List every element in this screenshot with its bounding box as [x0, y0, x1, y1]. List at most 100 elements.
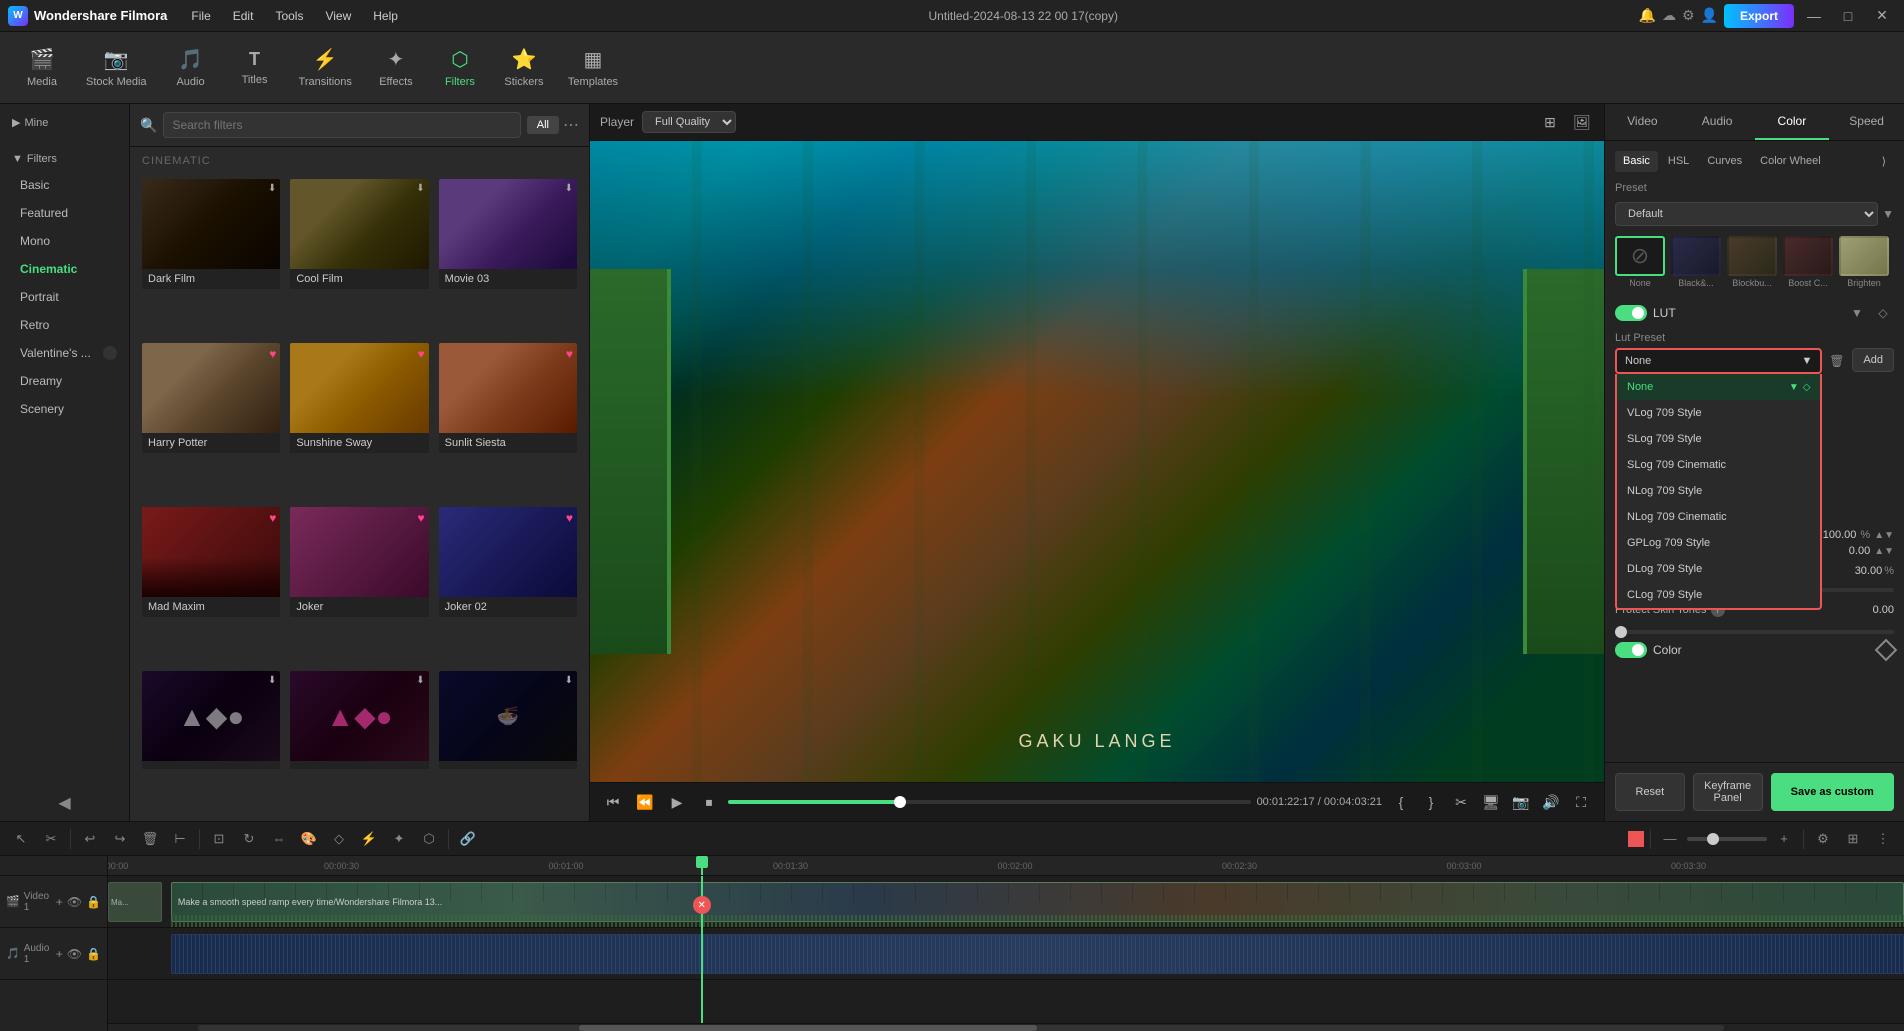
monitor-icon[interactable]: 🖥	[1478, 789, 1504, 815]
sidebar-item-scenery[interactable]: Scenery	[0, 395, 129, 423]
menu-tools[interactable]: Tools	[265, 5, 313, 27]
tl-grid-btn[interactable]: ⊞	[1840, 826, 1866, 852]
lut-option-slog709[interactable]: SLog 709 Style	[1617, 426, 1820, 452]
export-button[interactable]: Export	[1724, 4, 1794, 28]
tab-video[interactable]: Video	[1605, 104, 1680, 140]
subtab-basic[interactable]: Basic	[1615, 151, 1658, 172]
filter-options-icon[interactable]: ⋯	[563, 115, 579, 135]
filter-squid2[interactable]: ▲◆● ⬇	[288, 669, 430, 815]
sidebar-item-retro[interactable]: Retro	[0, 311, 129, 339]
minimize-button[interactable]: —	[1800, 2, 1828, 30]
in-point-icon[interactable]: {	[1388, 789, 1414, 815]
tl-mask-btn[interactable]: ⬡	[416, 826, 442, 852]
tl-redo-btn[interactable]: ↪	[107, 826, 133, 852]
filter-squid3[interactable]: 🍜 ⬇	[437, 669, 579, 815]
settings-icon[interactable]: ⚙	[1682, 7, 1695, 24]
lut-toggle[interactable]	[1615, 305, 1647, 321]
filter-tab-all[interactable]: All	[527, 116, 559, 134]
filter-squid1[interactable]: ▲◆● ⬇	[140, 669, 282, 815]
audio-track-lock[interactable]: 🔒	[86, 947, 101, 961]
preset-expand-icon[interactable]: ▼	[1882, 207, 1894, 221]
tab-speed[interactable]: Speed	[1829, 104, 1904, 140]
mine-header[interactable]: ▶ Mine	[0, 110, 129, 135]
lut-option-none[interactable]: None ▼ ◇	[1617, 374, 1820, 400]
subtab-color-wheel[interactable]: Color Wheel	[1752, 151, 1829, 172]
none-expand-icon[interactable]: ▼	[1789, 382, 1799, 393]
tl-settings-btn[interactable]: ⚙	[1810, 826, 1836, 852]
filter-joker[interactable]: ♥ Joker	[288, 505, 430, 663]
tl-color-btn[interactable]: 🎨	[296, 826, 322, 852]
maximize-button[interactable]: □	[1834, 2, 1862, 30]
video-track-lock[interactable]: 🔒	[86, 895, 101, 909]
volume-icon[interactable]: 🔊	[1538, 789, 1564, 815]
menu-view[interactable]: View	[315, 5, 361, 27]
filters-header[interactable]: ▼ Filters	[0, 147, 129, 171]
account-icon[interactable]: 👤	[1701, 7, 1718, 24]
lut-option-clog709[interactable]: CLog 709 Style	[1617, 582, 1820, 608]
tl-cursor-btn[interactable]: ↖	[8, 826, 34, 852]
tab-color[interactable]: Color	[1755, 104, 1830, 140]
filter-dark-film[interactable]: ⬇ Dark Film	[140, 177, 282, 335]
save-custom-button[interactable]: Save as custom	[1771, 773, 1895, 811]
tl-crop-btn[interactable]: ⊡	[206, 826, 232, 852]
camera-icon[interactable]: 📷	[1508, 789, 1534, 815]
preset-brighten[interactable]: Brighten	[1839, 236, 1889, 288]
add-lut-button[interactable]: Add	[1852, 348, 1894, 372]
lut-option-nlog709[interactable]: NLog 709 Style	[1617, 478, 1820, 504]
audio-track-eye[interactable]: 👁	[67, 947, 82, 961]
tl-ai-btn[interactable]: ✦	[386, 826, 412, 852]
stop-btn[interactable]: ⏹	[696, 789, 722, 815]
tl-zoom-out-btn[interactable]: —	[1657, 826, 1683, 852]
filter-cool-film[interactable]: ⬇ Cool Film	[288, 177, 430, 335]
search-input[interactable]	[163, 112, 520, 138]
lut-diamond-icon[interactable]: ◇	[1872, 302, 1894, 324]
trim-icon[interactable]: ✂	[1448, 789, 1474, 815]
preset-boost[interactable]: Boost C...	[1783, 236, 1833, 288]
sidebar-item-mono[interactable]: Mono	[0, 227, 129, 255]
sidebar-item-portrait[interactable]: Portrait	[0, 283, 129, 311]
preset-blackb[interactable]: Black&...	[1671, 236, 1721, 288]
tl-zoom-in-btn[interactable]: +	[1771, 826, 1797, 852]
scrollbar-track[interactable]	[198, 1025, 1725, 1031]
tl-speed-btn[interactable]: ⚡	[356, 826, 382, 852]
progress-thumb[interactable]	[894, 796, 906, 808]
audio-clip[interactable]	[171, 934, 1904, 974]
subtab-hsl[interactable]: HSL	[1660, 151, 1697, 172]
tl-zoom-slider[interactable]	[1687, 837, 1767, 841]
filter-harry-potter[interactable]: ♥ Harry Potter	[140, 341, 282, 499]
aspect-ratio-icon[interactable]: ⊞	[1538, 110, 1562, 134]
filter-sunshine-sway[interactable]: ♥ Sunshine Sway	[288, 341, 430, 499]
color-toggle[interactable]	[1615, 642, 1647, 658]
tl-razor-btn[interactable]: ✂	[38, 826, 64, 852]
tl-expand-btn[interactable]: ⋮	[1870, 826, 1896, 852]
progress-bar[interactable]	[728, 800, 1251, 804]
tab-audio[interactable]: Audio	[1680, 104, 1755, 140]
reset-button[interactable]: Reset	[1615, 773, 1685, 811]
lut-expand-icon[interactable]: ▼	[1846, 302, 1868, 324]
video-track-add[interactable]: +	[56, 895, 63, 909]
filter-movie03[interactable]: ⬇ Movie 03	[437, 177, 579, 335]
tl-keyframe-btn[interactable]: ◇	[326, 826, 352, 852]
menu-file[interactable]: File	[181, 5, 220, 27]
preset-select[interactable]: Default	[1615, 202, 1878, 226]
sidebar-item-basic[interactable]: Basic	[0, 171, 129, 199]
none-diamond-icon[interactable]: ◇	[1803, 382, 1811, 393]
lut-option-slog709c[interactable]: SLog 709 Cinematic	[1617, 452, 1820, 478]
skip-back-btn[interactable]: ⏮	[600, 789, 626, 815]
subtab-curves[interactable]: Curves	[1699, 151, 1750, 172]
tool-stickers[interactable]: ⭐ Stickers	[494, 41, 554, 94]
play-btn[interactable]: ▶	[664, 789, 690, 815]
tool-media[interactable]: 🎬 Media	[12, 41, 72, 94]
quality-select[interactable]: Full Quality	[642, 111, 736, 133]
screenshot-icon[interactable]: 🖼	[1570, 110, 1594, 134]
step-back-btn[interactable]: ⏪	[632, 789, 658, 815]
tl-link-btn[interactable]: 🔗	[455, 826, 481, 852]
video-track-eye[interactable]: 👁	[67, 895, 82, 909]
tool-transitions[interactable]: ⚡ Transitions	[289, 41, 362, 94]
tl-mirror-btn[interactable]: ⇔	[266, 826, 292, 852]
tool-audio[interactable]: 🎵 Audio	[161, 41, 221, 94]
playhead-x-marker[interactable]: ✕	[693, 896, 711, 914]
close-button[interactable]: ✕	[1868, 2, 1896, 30]
sidebar-item-valentines[interactable]: Valentine's ...	[0, 339, 129, 367]
preset-none[interactable]: ⊘ None	[1615, 236, 1665, 288]
